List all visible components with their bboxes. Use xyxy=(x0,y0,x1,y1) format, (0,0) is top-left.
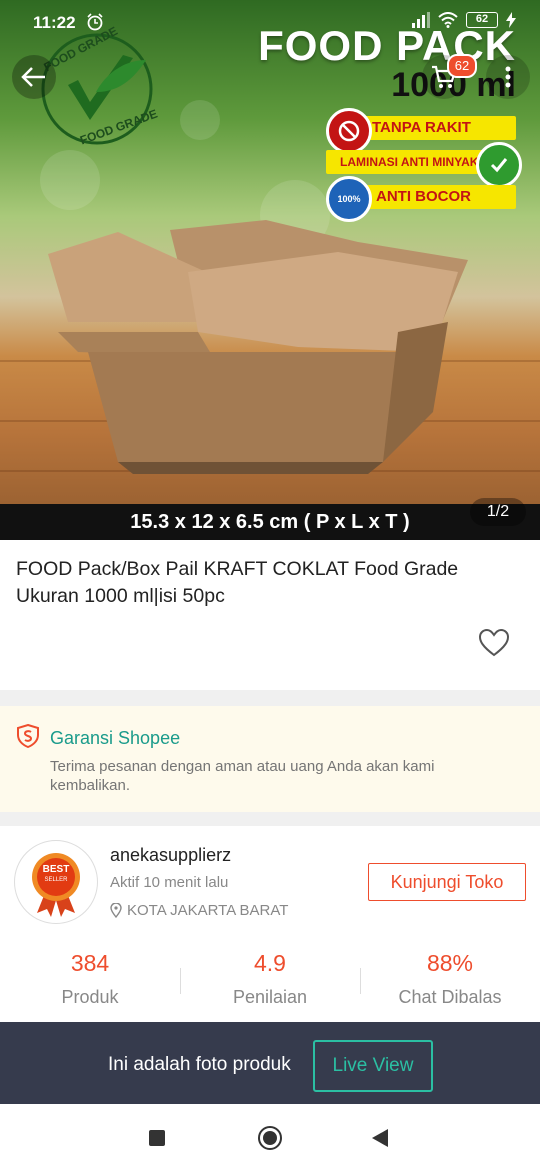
image-page-indicator: 1/2 xyxy=(470,498,526,526)
dimensions-label: 15.3 x 12 x 6.5 cm ( P x L x T ) xyxy=(0,504,540,540)
shop-name[interactable]: anekasupplierz xyxy=(110,845,231,866)
shop-location-text: KOTA JAKARTA BARAT xyxy=(127,902,289,919)
stat-label: Produk xyxy=(61,987,119,1007)
checkmark-icon xyxy=(476,142,522,188)
system-back-button[interactable] xyxy=(372,1129,388,1147)
home-button[interactable] xyxy=(258,1126,282,1150)
heart-icon xyxy=(478,628,510,657)
recent-apps-button[interactable] xyxy=(149,1130,165,1146)
leak-proof-icon: 100% xyxy=(326,176,372,222)
stat-value: 88% xyxy=(426,950,474,976)
product-image[interactable]: FOOD GRADE FOOD GRADE FOOD PACK 1000 ml … xyxy=(0,0,540,540)
battery-icon: 62 xyxy=(466,12,498,28)
back-button[interactable] xyxy=(12,55,56,99)
wifi-icon xyxy=(438,12,458,28)
stat-value: 384 xyxy=(70,950,110,976)
stat-rating[interactable]: 4.9 Penilaian xyxy=(180,946,360,1016)
favorite-button[interactable] xyxy=(478,628,510,658)
more-vertical-icon xyxy=(505,66,511,88)
section-divider xyxy=(0,690,540,706)
stat-products[interactable]: 384 Produk xyxy=(0,946,180,1016)
feature-anti-bocor: ANTI BOCOR xyxy=(358,185,516,209)
bokeh-light xyxy=(40,150,100,210)
badge-best: BEST xyxy=(42,864,70,875)
kraft-box-illustration xyxy=(48,220,468,474)
stat-value: 4.9 xyxy=(254,950,286,976)
guarantee-section[interactable]: Garansi Shopee Terima pesanan dengan ama… xyxy=(0,706,540,812)
arrow-left-icon xyxy=(21,67,45,87)
stat-chat-reply[interactable]: 88% Chat Dibalas xyxy=(360,946,540,1016)
system-navigation-bar xyxy=(0,1105,540,1170)
section-divider xyxy=(0,812,540,826)
signal-icon xyxy=(412,12,430,28)
cart-count-badge: 62 xyxy=(447,54,477,78)
no-assembly-icon xyxy=(326,108,372,154)
location-pin-icon xyxy=(110,903,122,918)
shop-avatar[interactable]: BEST SELLER xyxy=(14,840,98,924)
home-icon xyxy=(263,1131,277,1145)
feature-anti-minyak: LAMINASI ANTI MINYAK xyxy=(326,150,486,174)
live-view-banner: Ini adalah foto produk Live View xyxy=(0,1022,540,1104)
battery-level: 62 xyxy=(475,13,489,25)
feature-tanpa-rakit: TANPA RAKIT xyxy=(358,116,516,140)
shield-icon xyxy=(17,724,39,748)
alarm-icon xyxy=(87,13,103,31)
guarantee-title: Garansi Shopee xyxy=(50,728,181,748)
charging-icon xyxy=(506,12,516,28)
shop-stats: 384 Produk 4.9 Penilaian 88% Chat Dibala… xyxy=(0,946,540,1016)
live-view-button[interactable]: Live View xyxy=(313,1040,433,1092)
visit-shop-button[interactable]: Kunjungi Toko xyxy=(368,863,526,901)
stat-label: Penilaian xyxy=(232,987,308,1007)
guarantee-description: Terima pesanan dengan aman atau uang And… xyxy=(50,758,435,794)
banner-text: Ini adalah foto produk xyxy=(108,1054,291,1075)
status-bar: 11:22 62 xyxy=(0,0,540,44)
stat-label: Chat Dibalas xyxy=(398,987,502,1007)
status-time: 11:22 xyxy=(33,13,76,32)
shop-location: KOTA JAKARTA BARAT xyxy=(110,902,288,919)
product-title: FOOD Pack/Box Pail KRAFT COKLAT Food Gra… xyxy=(16,558,459,607)
badge-seller: SELLER xyxy=(44,877,68,883)
more-options-button[interactable] xyxy=(486,55,530,99)
bokeh-light xyxy=(180,100,220,140)
shop-active-status: Aktif 10 menit lalu xyxy=(110,874,229,891)
